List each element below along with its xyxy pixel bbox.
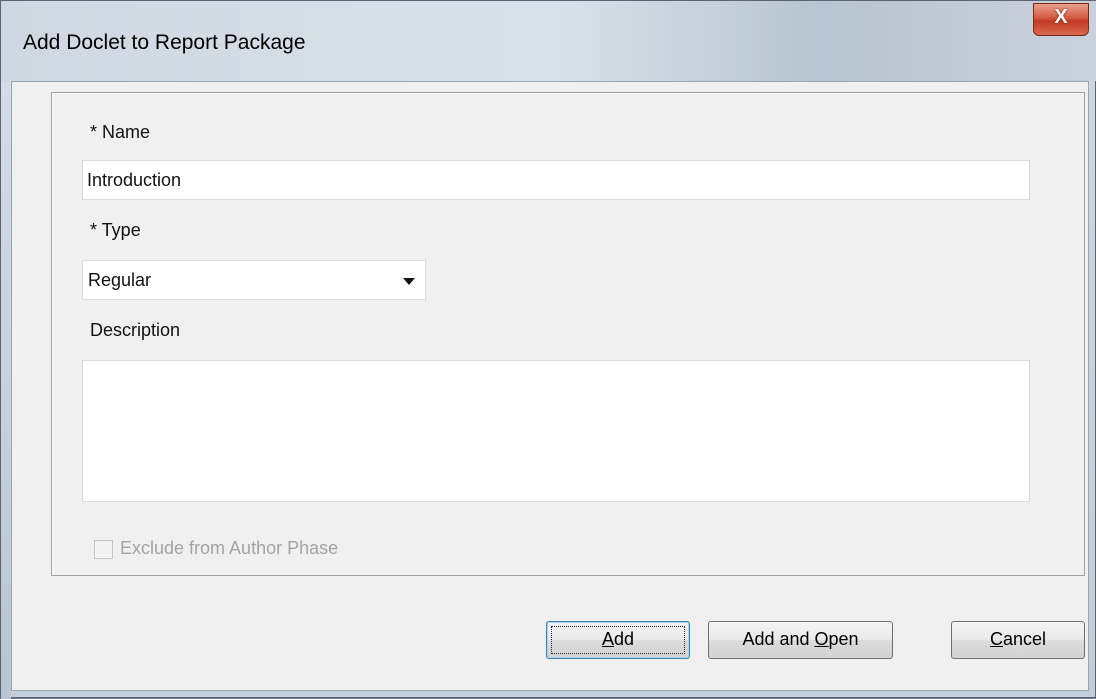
add-and-open-mnemonic: O <box>814 629 829 649</box>
cancel-button[interactable]: Cancel <box>951 621 1085 659</box>
name-label: * Name <box>90 122 151 142</box>
chevron-down-icon[interactable] <box>403 278 415 285</box>
exclude-checkbox[interactable] <box>94 540 113 559</box>
close-button[interactable]: X <box>1033 3 1089 36</box>
focus-rectangle <box>551 626 685 654</box>
type-dropdown-value: Regular <box>88 270 152 290</box>
add-button[interactable]: Add <box>546 621 690 659</box>
type-label: * Type <box>90 220 141 240</box>
dialog-window: Add Doclet to Report Package X * Name In… <box>0 0 1096 699</box>
window-title: Add Doclet to Report Package <box>23 31 306 54</box>
add-and-open-button[interactable]: Add and Open <box>708 621 893 659</box>
name-input[interactable]: Introduction <box>82 160 1030 200</box>
name-input-value: Introduction <box>87 170 182 190</box>
type-dropdown[interactable]: Regular <box>82 260 426 300</box>
description-textarea[interactable] <box>82 360 1030 502</box>
close-icon: X <box>1054 6 1068 28</box>
description-label: Description <box>90 320 181 340</box>
title-bar[interactable]: Add Doclet to Report Package X <box>1 1 1096 81</box>
exclude-checkbox-label[interactable]: Exclude from Author Phase <box>120 538 338 559</box>
window-frame-left <box>1 81 11 699</box>
cancel-button-mnemonic: C <box>989 629 1003 649</box>
form-groupbox: * Name Introduction * Type Regular Descr… <box>51 92 1085 576</box>
dialog-client-area: * Name Introduction * Type Regular Descr… <box>11 81 1089 691</box>
